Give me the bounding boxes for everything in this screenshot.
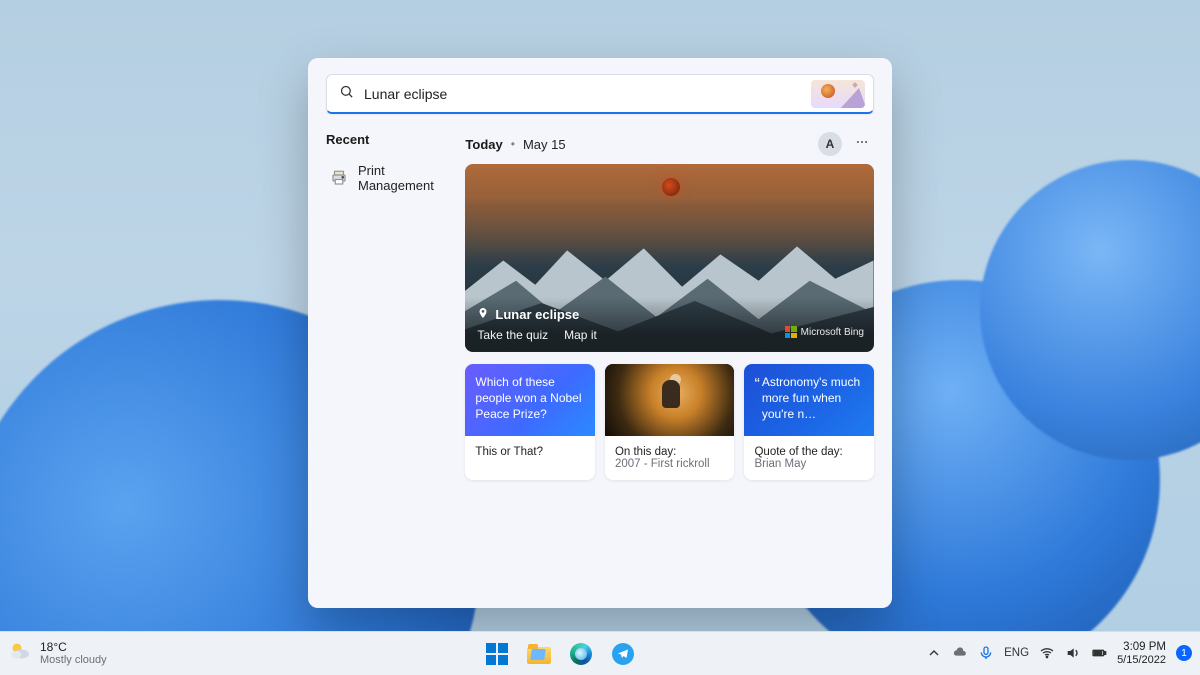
more-button[interactable]: [850, 132, 874, 156]
weather-icon: [8, 639, 32, 668]
bing-attribution: Microsoft Bing: [785, 326, 864, 338]
card-subtitle: Brian May: [754, 458, 864, 470]
clock-date: 5/15/2022: [1117, 654, 1166, 666]
recent-item[interactable]: Print Management: [326, 157, 451, 199]
microsoft-logo-icon: [785, 326, 797, 338]
card-teaser: Astronomy's much more fun when you're n…: [762, 374, 864, 423]
weather-temp: 18°C: [40, 641, 107, 654]
recent-heading: Recent: [326, 132, 451, 147]
start-button[interactable]: [479, 636, 515, 672]
card-title: On this day:: [615, 446, 676, 458]
telegram-button[interactable]: [605, 636, 641, 672]
card-this-or-that[interactable]: Which of these people won a Nobel Peace …: [465, 364, 595, 480]
location-pin-icon: [477, 307, 489, 322]
hero-title: Lunar eclipse: [495, 307, 579, 322]
edge-button[interactable]: [563, 636, 599, 672]
search-icon: [339, 84, 354, 104]
singer-image: [605, 364, 735, 436]
language-indicator[interactable]: ENG: [1004, 647, 1029, 659]
today-label: Today: [465, 137, 502, 152]
eclipse-moon-icon: [662, 178, 680, 196]
wifi-icon[interactable]: [1039, 645, 1055, 661]
weather-condition: Mostly cloudy: [40, 654, 107, 666]
card-quote-of-day[interactable]: Astronomy's much more fun when you're n……: [744, 364, 874, 480]
battery-icon[interactable]: [1091, 645, 1107, 661]
printer-icon: [330, 168, 348, 188]
hero-action-map[interactable]: Map it: [564, 328, 597, 342]
telegram-icon: [612, 643, 634, 665]
card-title: This or That?: [475, 446, 543, 458]
clock-time: 3:09 PM: [1117, 641, 1166, 654]
today-section: Today • May 15 A: [465, 132, 874, 590]
clock[interactable]: 3:09 PM 5/15/2022: [1117, 641, 1166, 666]
taskbar: 18°C Mostly cloudy: [0, 631, 1200, 675]
today-date: May 15: [523, 137, 566, 152]
hero-action-quiz[interactable]: Take the quiz: [477, 328, 548, 342]
user-avatar[interactable]: A: [818, 132, 842, 156]
edge-icon: [570, 643, 592, 665]
recent-item-label: Print Management: [358, 163, 447, 193]
card-subtitle: 2007 - First rickroll: [615, 458, 725, 470]
separator-dot: •: [511, 137, 515, 151]
windows-logo-icon: [486, 643, 508, 665]
file-explorer-button[interactable]: [521, 636, 557, 672]
volume-icon[interactable]: [1065, 645, 1081, 661]
card-teaser: Which of these people won a Nobel Peace …: [475, 374, 585, 423]
search-box[interactable]: [326, 74, 874, 114]
hero-image-card[interactable]: Lunar eclipse Take the quiz Map it Micro…: [465, 164, 874, 352]
weather-widget[interactable]: 18°C Mostly cloudy: [8, 639, 228, 668]
search-input[interactable]: [364, 86, 801, 102]
notification-badge[interactable]: 1: [1176, 645, 1192, 661]
card-on-this-day[interactable]: On this day: 2007 - First rickroll: [605, 364, 735, 480]
folder-icon: [527, 644, 551, 664]
card-title: Quote of the day:: [754, 446, 842, 458]
recent-section: Recent Print Management: [326, 132, 451, 590]
search-highlights-art[interactable]: [811, 80, 865, 108]
onedrive-icon[interactable]: [952, 645, 968, 661]
microphone-icon[interactable]: [978, 645, 994, 661]
tray-chevron-up-icon[interactable]: [926, 645, 942, 661]
ellipsis-icon: [855, 135, 869, 154]
search-flyout: Recent Print Management Today • May 15: [308, 58, 892, 608]
